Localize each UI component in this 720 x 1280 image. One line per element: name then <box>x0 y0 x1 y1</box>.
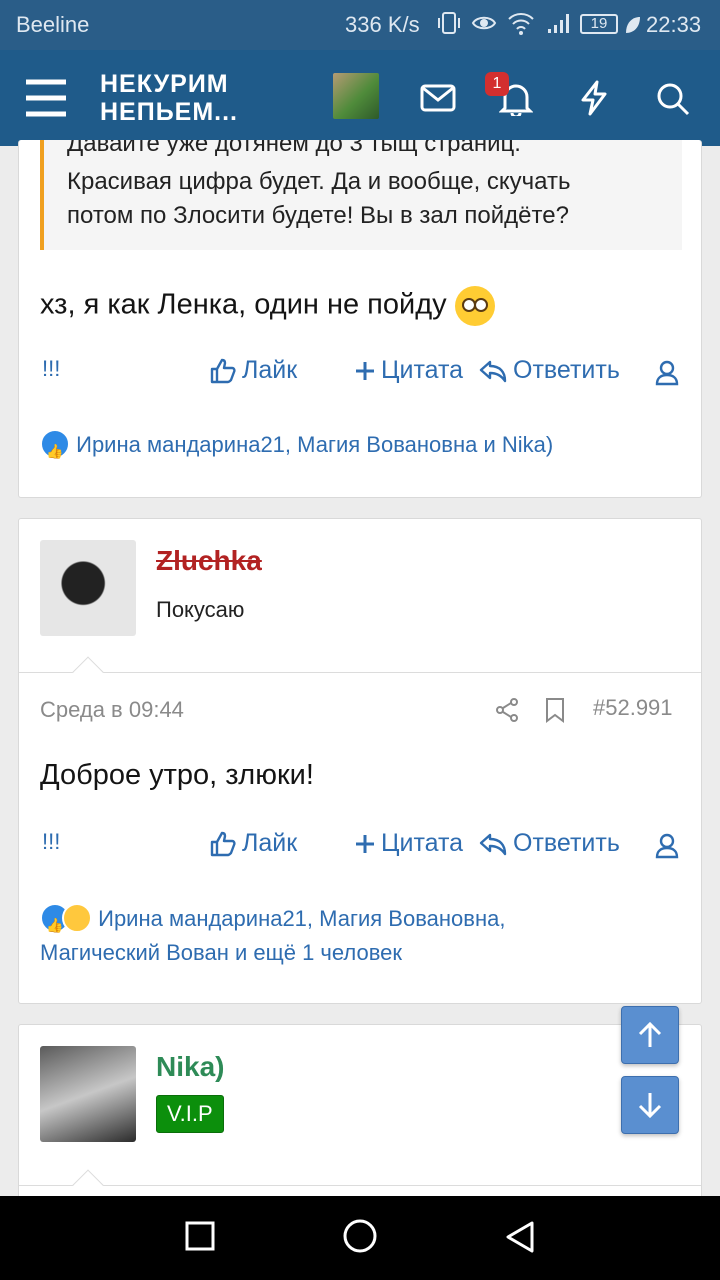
report-link[interactable]: !!! <box>42 829 60 855</box>
logo-line-2: НЕПЬЕМ... <box>100 98 239 126</box>
author-name[interactable]: Nika) <box>156 1051 224 1083</box>
reply-button[interactable]: Ответить <box>479 356 620 385</box>
user-avatar[interactable] <box>333 73 379 119</box>
reply-icon <box>479 360 507 382</box>
quote-button[interactable]: Цитата <box>355 356 463 385</box>
home-icon[interactable] <box>342 1218 378 1254</box>
site-header: НЕКУРИМ НЕПЬЕМ... 1 <box>0 50 720 146</box>
user-icon[interactable] <box>655 833 679 859</box>
notification-badge: 1 <box>485 72 509 96</box>
thumbs-up-icon <box>210 358 236 383</box>
author-pointer <box>72 656 104 688</box>
quote-label: Цитата <box>381 356 464 384</box>
reactions-text[interactable]: Ирина мандарина21, Магия Вовановна и Nik… <box>76 432 553 457</box>
post-number[interactable]: #52.991 <box>593 695 673 721</box>
plus-icon <box>356 834 374 853</box>
vip-badge: V.I.P <box>156 1095 224 1133</box>
arrow-up-icon <box>638 1021 662 1047</box>
post-message: Доброе утро, злюки! <box>40 759 314 791</box>
arrow-down-icon <box>638 1093 662 1119</box>
scroll-up-button[interactable] <box>621 1006 679 1064</box>
reactions-summary[interactable]: Ирина мандарина21, Магия Вовановна и Nik… <box>40 428 680 468</box>
post-actions: !!! Лайк Цитата Ответить <box>40 352 680 392</box>
bookmark-icon[interactable] <box>545 697 565 723</box>
site-logo[interactable]: НЕКУРИМ НЕПЬЕМ... <box>100 70 238 126</box>
share-icon[interactable] <box>495 697 519 723</box>
post-card: Zluchka Покусаю Среда в 09:44 #52.991 До… <box>18 518 702 1004</box>
user-title: Покусаю <box>156 597 245 622</box>
battery-indicator: 19 <box>580 14 618 34</box>
logo-line-1: НЕКУРИМ <box>100 70 229 98</box>
eye-icon <box>471 16 497 30</box>
thumbs-up-icon <box>210 831 236 856</box>
reactions-text-line2[interactable]: Магический Вован и ещё 1 человек <box>40 940 402 965</box>
post-card: Nika) V.I.P <box>18 1024 702 1224</box>
author-avatar[interactable] <box>40 540 136 636</box>
clock: 22:33 <box>646 12 702 37</box>
reactions-text-line1[interactable]: Ирина мандарина21, Магия Вовановна, <box>98 906 505 931</box>
menu-icon[interactable] <box>24 78 68 118</box>
author-name[interactable]: Zluchka <box>156 545 262 577</box>
user-icon[interactable] <box>655 360 679 386</box>
network-speed: 336 K/s <box>345 12 420 37</box>
recents-icon[interactable] <box>184 1220 216 1252</box>
wifi-icon <box>508 13 534 35</box>
reply-label: Ответить <box>513 356 620 384</box>
carrier-name: Beeline <box>16 12 90 37</box>
quote-block: Давайте уже дотянем до 3 тыщ страниц. Кр… <box>40 140 682 250</box>
signal-icon <box>548 14 569 33</box>
post-actions: !!! Лайк Цитата Ответить <box>40 825 680 865</box>
quote-label: Цитата <box>381 829 464 857</box>
like-label: Лайк <box>242 356 298 384</box>
status-bar: Beeline 336 K/s 19 22:33 <box>0 0 720 50</box>
reply-button[interactable]: Ответить <box>479 829 620 858</box>
reply-label: Ответить <box>513 829 620 857</box>
post-message: хз, я как Ленка, один не пойду <box>40 286 495 326</box>
quote-line: Давайте уже дотянем до 3 тыщ страниц. <box>67 140 521 157</box>
post-card: Давайте уже дотянем до 3 тыщ страниц. Кр… <box>18 140 702 498</box>
divider <box>19 672 701 673</box>
vibrate-icon <box>438 12 460 34</box>
flushed-emoji-icon <box>454 286 495 326</box>
status-icons <box>437 10 571 36</box>
quote-button[interactable]: Цитата <box>355 829 463 858</box>
reactions-summary[interactable]: Ирина мандарина21, Магия Вовановна, Маги… <box>40 902 680 970</box>
like-reaction-icon <box>40 429 70 468</box>
system-navigation-bar <box>0 1196 720 1280</box>
like-label: Лайк <box>242 829 298 857</box>
post-date[interactable]: Среда в 09:44 <box>40 697 184 723</box>
report-link[interactable]: !!! <box>42 356 60 382</box>
plus-icon <box>356 361 374 380</box>
lightning-icon[interactable] <box>579 80 609 116</box>
envelope-icon[interactable] <box>420 84 456 112</box>
heart-eyes-reaction-icon <box>62 903 92 934</box>
scroll-down-button[interactable] <box>621 1076 679 1134</box>
quote-line: Красивая цифра будет. Да и вообще, скуча… <box>67 168 571 195</box>
back-icon[interactable] <box>504 1220 536 1254</box>
search-icon[interactable] <box>655 81 691 117</box>
post-message-text: хз, я как Ленка, один не пойду <box>40 288 447 321</box>
quote-line: потом по Злосити будете! Вы в зал пойдёт… <box>67 202 569 229</box>
reply-icon <box>479 833 507 855</box>
author-avatar[interactable] <box>40 1046 136 1142</box>
like-button[interactable]: Лайк <box>210 829 297 858</box>
leaf-icon <box>626 17 640 33</box>
divider <box>19 1185 701 1186</box>
like-button[interactable]: Лайк <box>210 356 297 385</box>
